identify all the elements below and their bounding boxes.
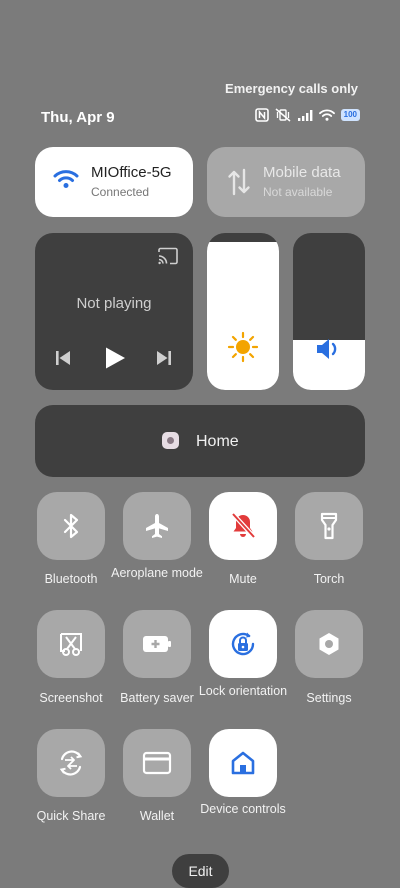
bluetooth-tile[interactable] [37, 492, 105, 560]
aeroplane-mode-tile[interactable] [123, 492, 191, 560]
previous-icon[interactable] [55, 350, 71, 366]
device-controls-tile[interactable] [209, 729, 277, 797]
torch-icon [320, 512, 338, 540]
rotate-lock-icon [231, 632, 255, 656]
torch-label: Torch [313, 572, 345, 586]
battery-plus-icon [143, 636, 171, 652]
vibrate-off-icon [275, 108, 291, 122]
wifi-icon [53, 170, 79, 188]
battery-saver-tile[interactable] [123, 610, 191, 678]
screenshot-tile[interactable] [37, 610, 105, 678]
quick-share-label: Quick Share [36, 809, 106, 823]
cast-icon[interactable] [157, 247, 179, 265]
media-status: Not playing [76, 295, 152, 312]
battery-icon: 100 [340, 109, 360, 121]
carrier-status: Emergency calls only [225, 81, 358, 96]
scissors-icon [60, 633, 82, 656]
quick-share-tile[interactable] [37, 729, 105, 797]
signal-icon [297, 110, 313, 121]
mute-bell-icon [231, 512, 256, 539]
media-player: Not playing [35, 233, 193, 390]
wifi-icon [318, 109, 335, 121]
device-controls-label: Device controls [200, 802, 286, 816]
edit-button[interactable]: Edit [172, 854, 229, 888]
torch-tile[interactable] [295, 492, 363, 560]
wallet-tile[interactable] [123, 729, 191, 797]
data-arrows-icon [228, 168, 250, 196]
home-controls-tile[interactable]: Home [35, 405, 365, 477]
date: Thu, Apr 9 [41, 109, 115, 126]
lock-orientation-tile[interactable] [209, 610, 277, 678]
battery-saver-label: Battery saver [120, 691, 194, 705]
screenshot-label: Screenshot [39, 691, 103, 705]
wifi-network-name: MIOffice-5G [91, 164, 172, 181]
wallet-label: Wallet [139, 809, 175, 823]
settings-label: Settings [306, 691, 352, 705]
aeroplane-mode-label: Aeroplane mode [111, 566, 203, 580]
sun-icon [227, 331, 259, 363]
bluetooth-icon [63, 513, 79, 539]
mobile-data-tile[interactable]: Mobile data Not available [207, 147, 365, 217]
home-app-icon [162, 432, 179, 449]
mute-label: Mute [229, 572, 257, 586]
mobile-data-label: Mobile data [263, 164, 341, 181]
mobile-data-status: Not available [263, 185, 333, 199]
quick-share-icon [59, 750, 83, 776]
wifi-status: Connected [91, 185, 150, 199]
status-icons: 100 [254, 108, 360, 122]
volume-slider[interactable] [293, 233, 365, 390]
home-label: Home [196, 433, 239, 450]
lock-orientation-label: Lock orientation [198, 684, 288, 698]
wallet-icon [142, 751, 172, 775]
airplane-icon [146, 514, 168, 538]
mute-tile[interactable] [209, 492, 277, 560]
play-icon[interactable] [104, 346, 126, 370]
bluetooth-label: Bluetooth [44, 572, 98, 586]
wifi-tile[interactable]: MIOffice-5G Connected [35, 147, 193, 217]
speaker-icon [317, 339, 337, 359]
gear-icon [319, 633, 339, 655]
brightness-slider[interactable] [207, 233, 279, 390]
settings-tile[interactable] [295, 610, 363, 678]
nfc-icon [254, 108, 269, 122]
next-icon[interactable] [156, 350, 172, 366]
home-icon [231, 751, 255, 775]
